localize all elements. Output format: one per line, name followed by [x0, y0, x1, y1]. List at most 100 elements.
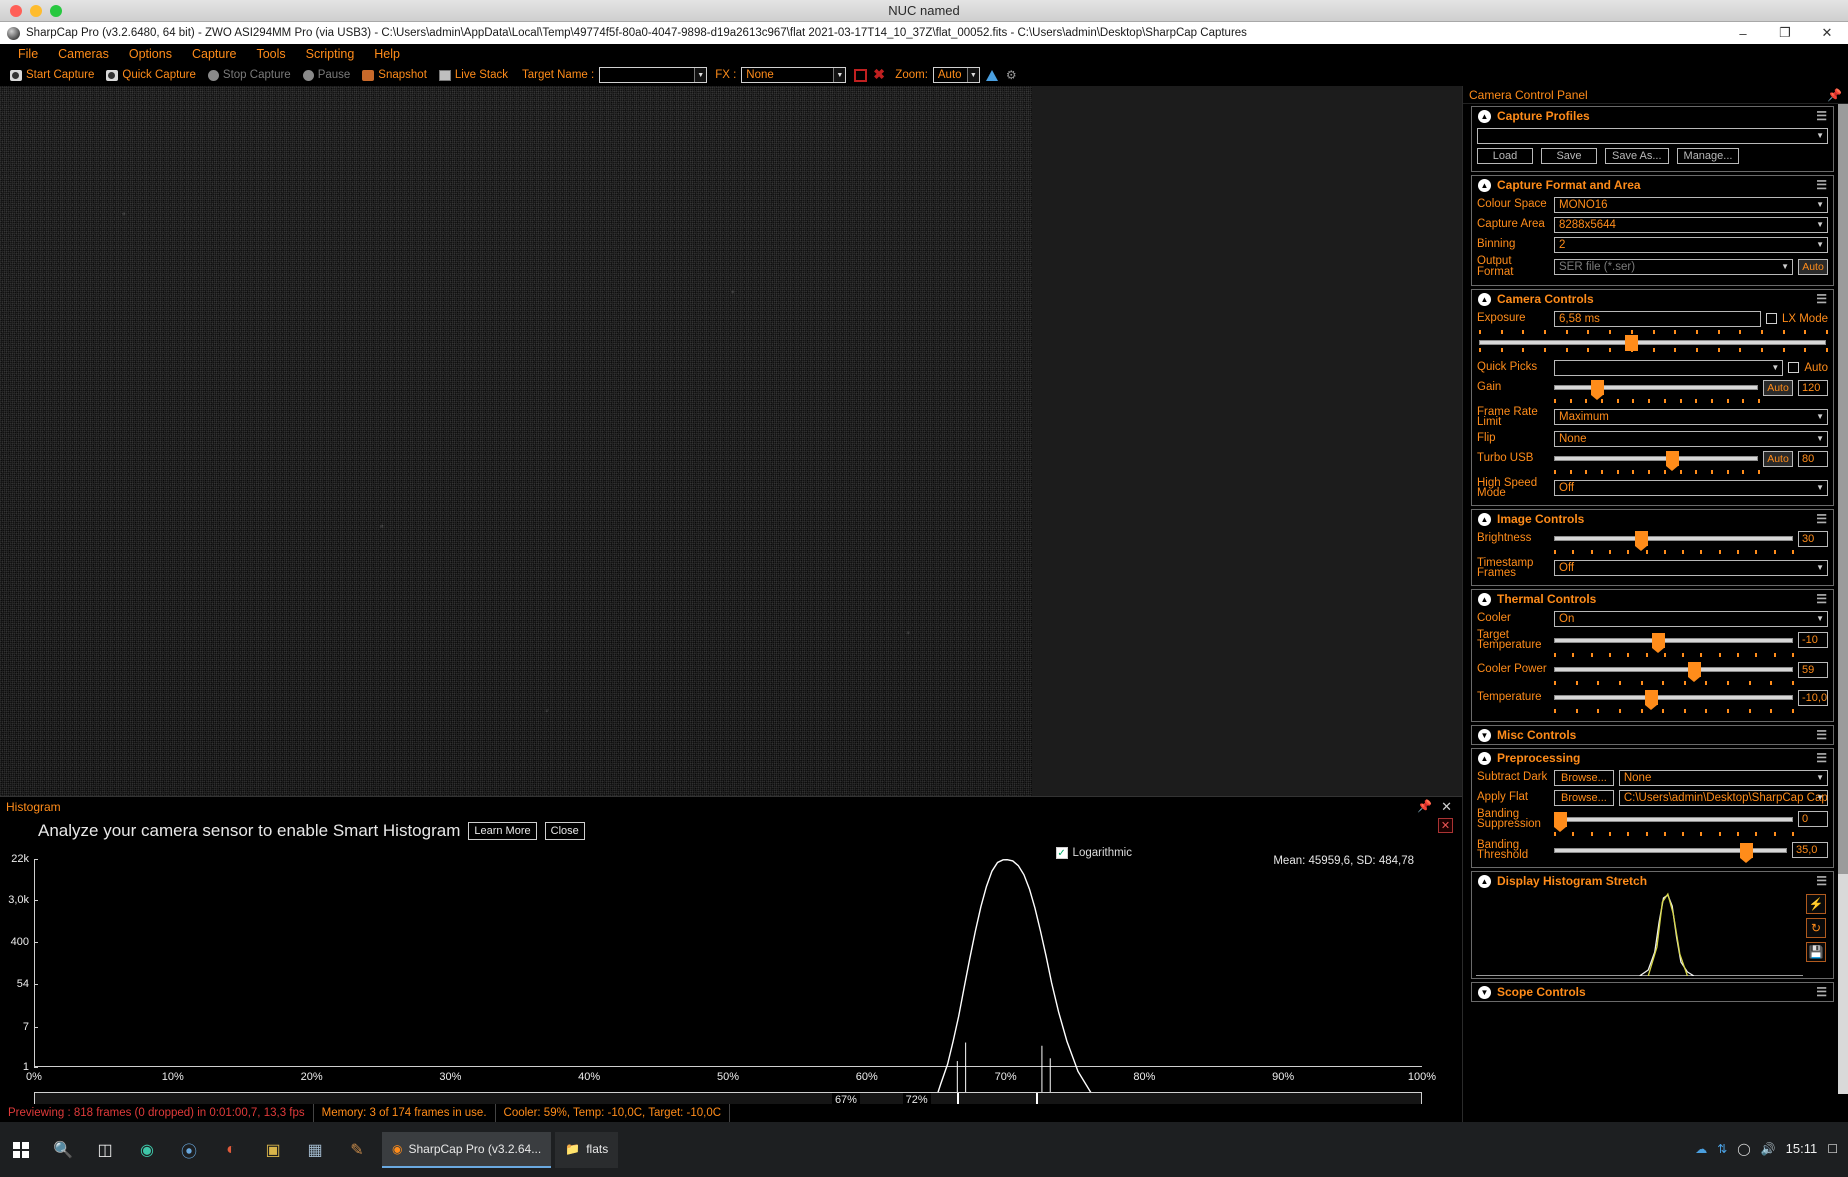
menu-file[interactable]: File [8, 45, 48, 63]
group-header-preprocessing[interactable]: ▲ Preprocessing ☰ [1472, 749, 1833, 767]
group-menu-icon[interactable]: ☰ [1816, 729, 1827, 741]
photos-icon[interactable]: ▣ [256, 1133, 290, 1167]
task-view-icon[interactable]: ◫ [88, 1133, 122, 1167]
flip-select[interactable]: None ▼ [1554, 430, 1828, 447]
chrome-icon[interactable]: ◐ [214, 1133, 248, 1167]
quick-picks-auto-checkbox[interactable] [1788, 362, 1800, 373]
clear-fx-icon[interactable]: ✖ [873, 67, 887, 82]
chevron-down-icon[interactable]: ▼ [1816, 563, 1824, 572]
quick-capture-button[interactable]: Quick Capture [100, 68, 202, 82]
camera-preview-area[interactable] [0, 86, 1462, 796]
banding-suppression-value-input[interactable]: 0 [1798, 811, 1828, 827]
auto-stretch-icon[interactable]: ⚡ [1806, 894, 1826, 914]
maximize-button[interactable]: ❐ [1764, 22, 1806, 44]
group-menu-icon[interactable]: ☰ [1816, 986, 1827, 998]
bluetooth-icon[interactable]: ⇅ [1717, 1142, 1727, 1156]
menubar[interactable]: File Cameras Options Capture Tools Scrip… [0, 44, 1848, 64]
group-header-misc-controls[interactable]: ▼ Misc Controls ☰ [1472, 726, 1833, 744]
banding-suppression-slider-track[interactable] [1554, 816, 1793, 822]
chevron-up-icon[interactable]: ▲ [1478, 292, 1491, 306]
pause-button[interactable]: Pause [297, 68, 357, 82]
taskbar-clock[interactable]: 15:11 [1786, 1142, 1818, 1157]
cooler-power-value-input[interactable]: 59 [1798, 661, 1828, 678]
group-header-capture-profiles[interactable]: ▲ Capture Profiles ☰ [1472, 107, 1833, 125]
chevron-up-icon[interactable]: ▲ [1478, 512, 1491, 526]
snapshot-button[interactable]: Snapshot [356, 68, 433, 82]
capture-profile-select[interactable]: ▼ [1477, 127, 1828, 144]
chevron-down-icon[interactable]: ▼ [1478, 985, 1491, 999]
turbo-usb-slider-track[interactable] [1554, 456, 1758, 461]
group-menu-icon[interactable]: ☰ [1816, 593, 1827, 605]
temperature-slider-thumb[interactable] [1644, 690, 1658, 710]
chevron-up-icon[interactable]: ▲ [1478, 751, 1491, 765]
chevron-up-icon[interactable]: ▲ [1478, 874, 1491, 888]
chevron-up-icon[interactable]: ▲ [1478, 592, 1491, 606]
group-header-thermal-controls[interactable]: ▲ Thermal Controls ☰ [1472, 590, 1833, 608]
brightness-slider[interactable] [1554, 530, 1793, 551]
terminal-icon[interactable]: ▦ [298, 1133, 332, 1167]
chevron-down-icon[interactable]: ▼ [1816, 412, 1824, 421]
banding-suppression-slider[interactable] [1554, 811, 1793, 832]
brightness-slider-track[interactable] [1554, 536, 1793, 541]
live-stack-button[interactable]: Live Stack [433, 68, 514, 82]
turbo-usb-slider-thumb[interactable] [1666, 451, 1680, 471]
fx-select[interactable]: None ▼ [741, 67, 847, 83]
cooler-power-slider-thumb[interactable] [1687, 662, 1701, 682]
menu-capture[interactable]: Capture [182, 45, 246, 63]
group-header-capture-format[interactable]: ▲ Capture Format and Area ☰ [1472, 176, 1833, 194]
temperature-slider[interactable] [1554, 689, 1793, 710]
logarithmic-checkbox[interactable]: ✓ [1055, 847, 1068, 859]
menu-help[interactable]: Help [364, 45, 410, 63]
menu-scripting[interactable]: Scripting [296, 45, 365, 63]
search-icon[interactable]: 🔍 [46, 1133, 80, 1167]
brightness-slider-thumb[interactable] [1635, 531, 1649, 551]
target-name-input[interactable]: ▼ [599, 67, 708, 83]
banding-threshold-slider[interactable] [1554, 842, 1787, 863]
gain-value-input[interactable]: 120 [1798, 379, 1828, 396]
firefox-icon[interactable]: ⦿ [172, 1133, 206, 1167]
cooler-power-slider-track[interactable] [1554, 667, 1793, 672]
group-header-image-controls[interactable]: ▲ Image Controls ☰ [1472, 510, 1833, 528]
pin-icon[interactable]: 📌 [1417, 799, 1432, 813]
subtract-dark-select[interactable]: None ▼ [1618, 769, 1828, 786]
chevron-down-icon[interactable]: ▼ [1816, 240, 1824, 249]
chevron-down-icon[interactable]: ▼ [1816, 220, 1824, 229]
exposure-input[interactable]: 6,58 ms [1554, 310, 1761, 327]
chevron-down-icon[interactable]: ▼ [833, 68, 846, 82]
high-speed-mode-select[interactable]: Off ▼ [1554, 480, 1828, 496]
edge-icon[interactable]: ◉ [130, 1133, 164, 1167]
turbo-usb-value-input[interactable]: 80 [1798, 450, 1828, 467]
save-icon[interactable]: 💾 [1806, 942, 1826, 962]
gear-icon[interactable]: ⚙ [1006, 68, 1017, 82]
chevron-up-icon[interactable]: ▲ [1478, 109, 1491, 123]
chevron-down-icon[interactable]: ▼ [694, 68, 707, 82]
pin-icon[interactable]: 📌 [1827, 88, 1842, 102]
chevron-up-icon[interactable]: ▲ [1478, 178, 1491, 192]
camera-panel-scrollbar[interactable] [1838, 104, 1848, 1094]
learn-more-button[interactable]: Learn More [468, 822, 537, 840]
gain-auto-button[interactable]: Auto [1763, 379, 1793, 396]
chevron-down-icon[interactable]: ▼ [1771, 363, 1779, 372]
load-profile-button[interactable]: Load [1477, 147, 1533, 164]
turbo-usb-slider[interactable] [1554, 450, 1758, 471]
exposure-slider-track[interactable] [1479, 340, 1826, 345]
lx-mode-checkbox[interactable] [1765, 313, 1777, 324]
windows-start-icon[interactable] [4, 1133, 38, 1167]
display-stretch-mini-histogram[interactable] [1476, 892, 1803, 977]
group-header-camera-controls[interactable]: ▲ Camera Controls ☰ [1472, 290, 1833, 308]
target-temperature-slider-thumb[interactable] [1651, 632, 1665, 653]
quick-picks-select[interactable]: ▼ [1554, 359, 1784, 376]
group-menu-icon[interactable]: ☰ [1816, 513, 1827, 525]
banding-threshold-slider-thumb[interactable] [1740, 842, 1754, 863]
group-menu-icon[interactable]: ☰ [1816, 179, 1827, 191]
group-menu-icon[interactable]: ☰ [1816, 875, 1827, 887]
camera-panel-scrollbar-thumb[interactable] [1838, 104, 1848, 874]
output-format-select[interactable]: SER file (*.ser) ▼ [1554, 259, 1793, 275]
display-stretch-tools[interactable]: ⚡ ↻ 💾 [1803, 892, 1829, 976]
frame-rate-limit-select[interactable]: Maximum ▼ [1554, 409, 1828, 425]
main-toolbar[interactable]: Start Capture Quick Capture Stop Capture… [0, 64, 1848, 86]
cloud-icon[interactable]: ☁ [1695, 1142, 1707, 1156]
window-controls[interactable]: – ❐ ✕ [1722, 22, 1848, 44]
capture-area-select[interactable]: 8288x5644 ▼ [1554, 216, 1828, 233]
taskbar-app-sharpcap[interactable]: ◉ SharpCap Pro (v3.2.64... [382, 1131, 552, 1168]
